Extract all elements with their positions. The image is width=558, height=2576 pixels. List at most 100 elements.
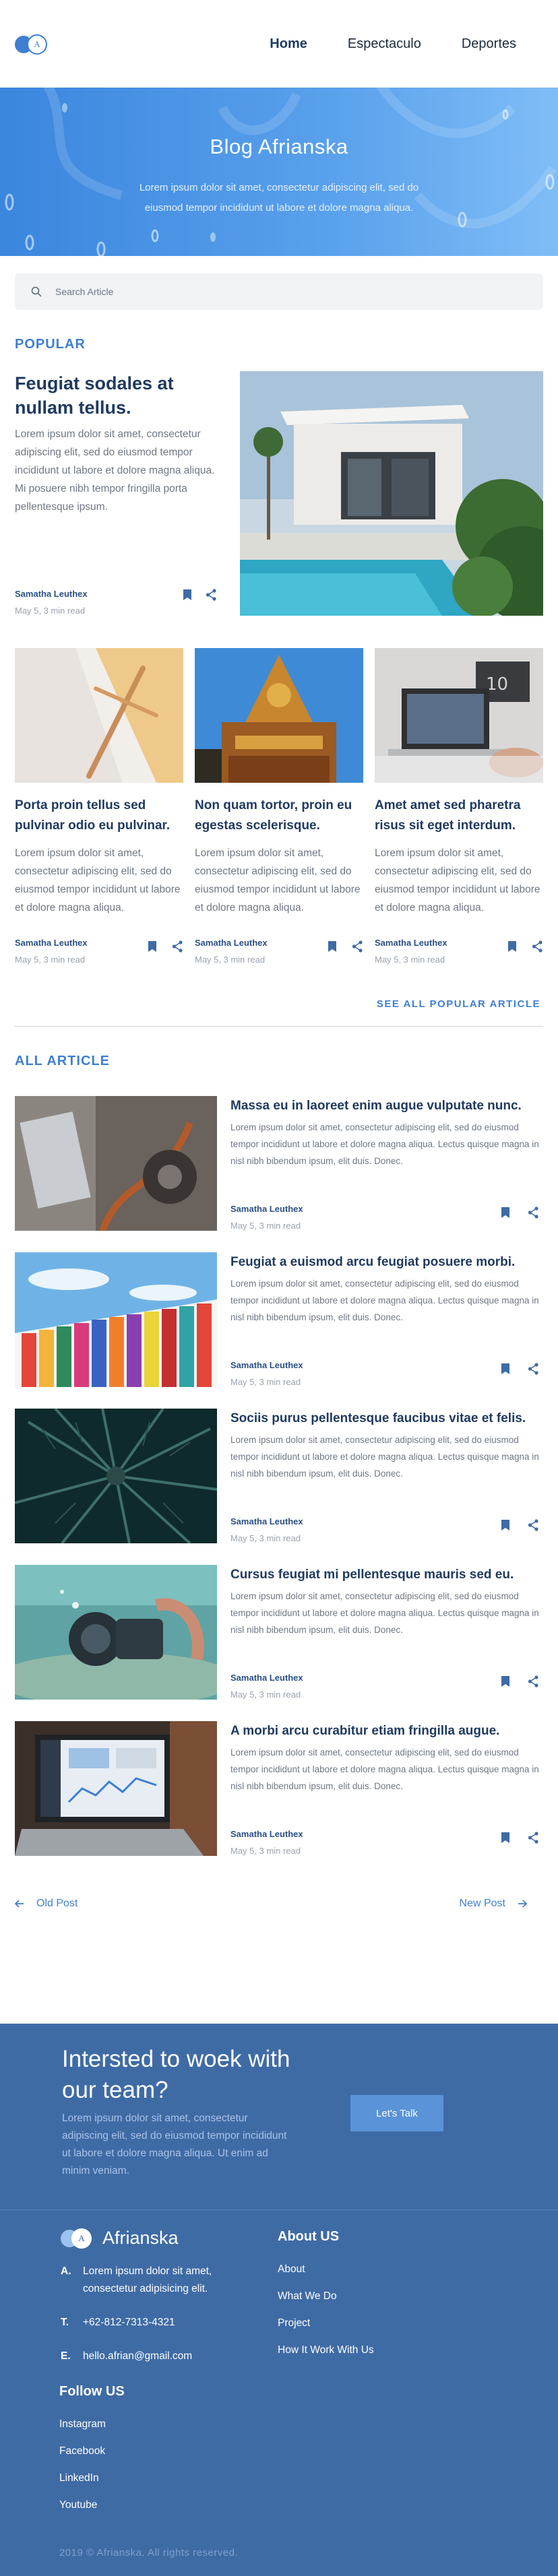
card-image-temple[interactable] (195, 648, 363, 783)
list-item[interactable]: Feugiat a euismod arcu feugiat posuere m… (15, 1252, 543, 1387)
follow-heading: Follow US (59, 2384, 125, 2399)
article-meta: Samatha Leuthex May 5, 3 min read (230, 1360, 543, 1387)
cta-section: Intersted to woek with our team? Lorem i… (0, 2024, 558, 2210)
card-title[interactable]: Amet amet sed pharetra risus sit eget in… (375, 796, 543, 836)
share-icon[interactable] (206, 589, 217, 601)
footer-logo[interactable]: A Afrianska (61, 2228, 179, 2249)
article-image-machine[interactable] (15, 1096, 217, 1231)
article-image-palm-leaves[interactable] (15, 1409, 217, 1543)
bookmark-icon[interactable] (507, 940, 517, 953)
bookmark-icon[interactable] (501, 1832, 510, 1844)
article-meta: Samatha Leuthex May 5, 3 min read (230, 1204, 543, 1231)
footer-link-about[interactable]: About (278, 2263, 374, 2276)
card-title[interactable]: Non quam tortor, proin eu egestas sceler… (195, 796, 363, 836)
cta-title: Intersted to woek with our team? (62, 2046, 290, 2103)
card-image-pen[interactable] (15, 648, 183, 783)
search-input[interactable] (55, 286, 460, 297)
list-item[interactable]: Massa eu in laoreet enim augue vulputate… (15, 1096, 543, 1231)
card-image-laptop[interactable]: 10 (375, 648, 543, 783)
list-item[interactable]: Sociis purus pellentesque faucibus vitae… (15, 1409, 543, 1543)
logo-mark: A (61, 2228, 93, 2249)
lets-talk-button[interactable]: Let's Talk (350, 2095, 443, 2131)
list-item[interactable]: Cursus feugiat mi pellentesque mauris se… (15, 1565, 543, 1700)
author-name[interactable]: Samatha Leuthex (230, 1673, 303, 1683)
featured-excerpt: Lorem ipsum dolor sit amet, consectetur … (15, 428, 215, 513)
bookmark-icon[interactable] (501, 1519, 510, 1531)
bookmark-icon[interactable] (183, 589, 192, 601)
footer-brand: Afrianska (102, 2228, 179, 2248)
share-icon[interactable] (172, 940, 183, 953)
author-name[interactable]: Samatha Leuthex (375, 938, 447, 948)
author-name[interactable]: Samatha Leuthex (230, 1360, 303, 1370)
popular-cards: Porta proin tellus sed pulvinar odio eu … (15, 648, 543, 965)
card-excerpt: Lorem ipsum dolor sit amet, consectetur … (375, 847, 540, 913)
article-title[interactable]: A morbi arcu curabitur etiam fringilla a… (230, 1722, 543, 1740)
author-name[interactable]: Samatha Leuthex (230, 1204, 303, 1214)
hero-banner: Blog Afrianska Lorem ipsum dolor sit ame… (0, 88, 558, 256)
bookmark-icon[interactable] (501, 1363, 510, 1375)
section-divider (15, 1026, 543, 1027)
social-link-facebook[interactable]: Facebook (59, 2445, 125, 2457)
see-all-popular-link[interactable]: SEE ALL POPULAR ARTICLE (18, 998, 540, 1010)
article-excerpt: Lorem ipsum dolor sit amet, consectetur … (230, 1122, 539, 1166)
article-image-colorful-building[interactable] (15, 1252, 217, 1387)
card-excerpt: Lorem ipsum dolor sit amet, consectetur … (195, 847, 361, 913)
share-icon[interactable] (532, 940, 543, 953)
author-name[interactable]: Samatha Leuthex (230, 1516, 303, 1526)
footer-link-how-it-works[interactable]: How It Work With Us (278, 2344, 374, 2356)
contact-value[interactable]: hello.afrian@gmail.com (83, 2348, 192, 2365)
share-icon[interactable] (528, 1519, 539, 1531)
article-title[interactable]: Sociis purus pellentesque faucibus vitae… (230, 1410, 543, 1427)
article-body: Cursus feugiat mi pellentesque mauris se… (230, 1565, 543, 1700)
card-title[interactable]: Porta proin tellus sed pulvinar odio eu … (15, 796, 183, 836)
nav-home[interactable]: Home (270, 36, 307, 52)
author-name[interactable]: Samatha Leuthex (15, 589, 88, 599)
list-item[interactable]: A morbi arcu curabitur etiam fringilla a… (15, 1721, 543, 1856)
featured-image-villa[interactable] (240, 371, 543, 616)
bookmark-icon[interactable] (501, 1675, 510, 1687)
featured-article[interactable]: Feugiat sodales at nullam tellus. Lorem … (15, 371, 543, 616)
bookmark-icon[interactable] (328, 940, 337, 953)
old-post-link[interactable]: Old Post (15, 1898, 78, 1910)
social-link-youtube[interactable]: Youtube (59, 2499, 125, 2511)
author-name[interactable]: Samatha Leuthex (15, 938, 88, 948)
post-date: May 5, 3 min read (230, 1689, 301, 1700)
share-icon[interactable] (528, 1363, 539, 1375)
logo[interactable]: A (15, 33, 50, 55)
author-info: Samatha Leuthex May 5, 3 min read (230, 1673, 303, 1700)
bookmark-icon[interactable] (501, 1206, 510, 1219)
popular-card[interactable]: 10 Amet amet sed pharetra risus sit eget… (375, 648, 543, 965)
post-actions (328, 940, 363, 965)
logo-letter: A (27, 34, 47, 55)
article-image-dashboard-laptop[interactable] (15, 1721, 217, 1856)
footer-link-what-we-do[interactable]: What We Do (278, 2290, 374, 2303)
search-bar[interactable] (15, 273, 543, 310)
author-info: Samatha Leuthex May 5, 3 min read (230, 1516, 303, 1543)
share-icon[interactable] (528, 1675, 539, 1687)
social-link-instagram[interactable]: Instagram (59, 2418, 125, 2430)
contact-value[interactable]: +62-812-7313-4321 (83, 2314, 175, 2331)
bookmark-icon[interactable] (148, 940, 157, 953)
article-excerpt: Lorem ipsum dolor sit amet, consectetur … (230, 1591, 539, 1635)
popular-card[interactable]: Non quam tortor, proin eu egestas sceler… (195, 648, 363, 965)
article-title[interactable]: Feugiat a euismod arcu feugiat posuere m… (230, 1254, 543, 1271)
nav-espectaculo[interactable]: Espectaculo (348, 36, 421, 52)
hero-subtitle: Lorem ipsum dolor sit amet, consectetur … (139, 182, 419, 214)
footer-link-project[interactable]: Project (278, 2317, 374, 2329)
author-name[interactable]: Samatha Leuthex (195, 938, 268, 948)
post-actions (183, 589, 217, 616)
footer-contact: A. Lorem ipsum dolor sit amet, consectet… (61, 2263, 256, 2381)
share-icon[interactable] (352, 940, 363, 953)
article-title[interactable]: Cursus feugiat mi pellentesque mauris se… (230, 1566, 543, 1584)
article-title[interactable]: Massa eu in laoreet enim augue vulputate… (230, 1097, 543, 1115)
article-image-underwater-camera[interactable] (15, 1565, 217, 1700)
share-icon[interactable] (528, 1206, 539, 1219)
author-name[interactable]: Samatha Leuthex (230, 1829, 303, 1839)
featured-title[interactable]: Feugiat sodales at nullam tellus. (15, 371, 217, 420)
social-link-linkedin[interactable]: LinkedIn (59, 2472, 125, 2484)
nav-deportes[interactable]: Deportes (462, 36, 516, 52)
share-icon[interactable] (528, 1832, 539, 1844)
post-actions (501, 1363, 543, 1387)
new-post-link[interactable]: New Post (460, 1898, 527, 1910)
popular-card[interactable]: Porta proin tellus sed pulvinar odio eu … (15, 648, 183, 965)
